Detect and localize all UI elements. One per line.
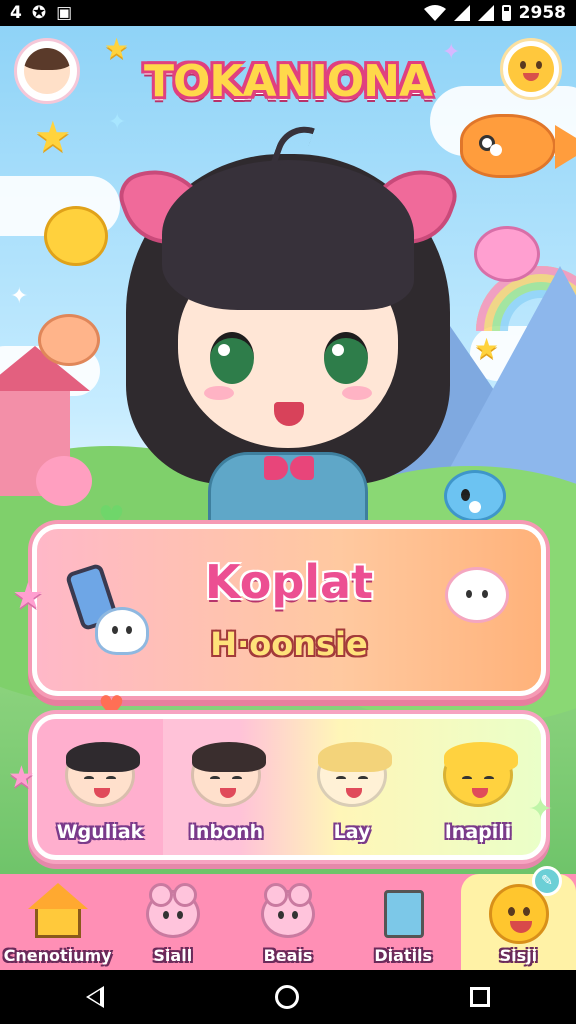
status-bar: 4 ✪ ▣ 2958: [0, 0, 576, 26]
star-icon: ★: [12, 576, 45, 617]
character-avatar: [65, 742, 140, 807]
signal-icon-2: [477, 5, 494, 21]
nav-label: Beais: [263, 946, 313, 965]
sparkle-icon: ✦: [10, 284, 29, 309]
nav-label: Sisji: [499, 946, 538, 965]
character-label: Inbonh: [188, 821, 264, 843]
recent-apps-icon[interactable]: [470, 987, 491, 1007]
status-number: 4: [10, 3, 22, 23]
character-label: Lay: [333, 821, 371, 843]
smiley-icon: [489, 884, 550, 944]
nav-label: Siall: [153, 946, 193, 965]
nav-item-beais[interactable]: Beais: [230, 874, 345, 970]
puff-icon: [445, 567, 509, 623]
character-avatar: [443, 742, 518, 807]
emoji-menu-button[interactable]: [500, 38, 562, 100]
main-character: [112, 100, 464, 542]
nav-item-sisji[interactable]: ✎ Sisji: [460, 866, 576, 970]
image-icon: ▣: [56, 3, 73, 23]
nav-label: Cnenotiumy: [3, 946, 112, 965]
nav-item-home[interactable]: Cnenotiumy: [0, 874, 115, 970]
star-icon: ★: [34, 112, 72, 161]
mountain: [440, 266, 576, 486]
bear-icon: [144, 883, 202, 940]
feature-subtitle: H·oonsie: [210, 625, 368, 663]
character-label: Wguliak: [56, 821, 144, 843]
nav-item-siall[interactable]: Siall: [115, 874, 230, 970]
character-selector: Wguliak Inbonh Lay Inapili: [32, 714, 546, 860]
wifi-icon: [423, 5, 446, 21]
home-button-icon[interactable]: [274, 985, 299, 1009]
signal-icon: [453, 5, 470, 21]
smiley-icon: [508, 46, 554, 92]
nav-label: Diatils: [374, 946, 433, 965]
back-icon[interactable]: [85, 986, 104, 1008]
bottom-nav: Cnenotiumy Siall Beais Diatils ✎ Sisji: [0, 866, 576, 970]
star-icon: ★: [8, 760, 35, 795]
book-icon: [374, 884, 432, 940]
character-chip[interactable]: Inbonh: [163, 719, 289, 855]
system-nav-bar: [0, 970, 576, 1024]
nav-item-diatils[interactable]: Diatils: [346, 874, 461, 970]
notification-icon: ✪: [31, 3, 47, 23]
fish-critter: [460, 114, 576, 178]
character-label: Inapili: [444, 821, 512, 843]
character-avatar: [317, 742, 392, 807]
character-chip[interactable]: Lay: [289, 719, 415, 855]
bear-icon: [259, 883, 317, 940]
star-critter: [44, 206, 108, 266]
sparkle-icon: ✦: [528, 792, 554, 827]
status-time: 2958: [518, 3, 566, 23]
character-chip[interactable]: Wguliak: [37, 719, 163, 855]
tree: [36, 456, 92, 506]
battery-icon: [501, 5, 511, 21]
star-icon: ★: [474, 332, 500, 365]
pink-critter: [474, 226, 540, 282]
home-icon: [27, 883, 88, 940]
feature-card[interactable]: Koplat H·oonsie: [32, 524, 546, 696]
fox-critter: [38, 314, 100, 366]
character-avatar: [191, 742, 266, 807]
character-chip[interactable]: Inapili: [415, 719, 541, 855]
